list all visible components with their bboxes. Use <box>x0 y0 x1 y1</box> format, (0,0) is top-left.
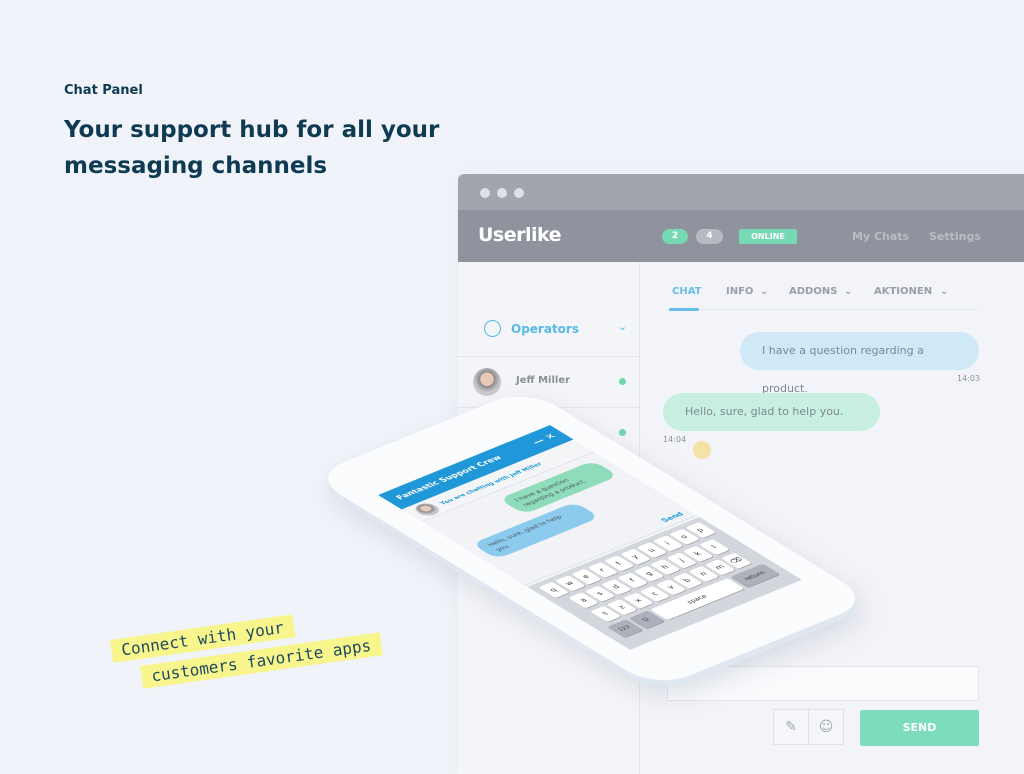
message-input[interactable] <box>667 666 979 701</box>
active-chats-badge[interactable]: 2 <box>662 229 688 244</box>
chat-tabs: CHAT INFO ⌄ ADDONS ⌄ AKTIONEN ⌄ <box>668 286 978 311</box>
message-text: Hello, sure, glad to help you. <box>685 405 844 418</box>
message-bubble: Hello, sure, glad to help you. <box>663 393 880 459</box>
app-header: Userlike 2 4 ONLINE My Chats Settings <box>458 210 1024 262</box>
page-headline: Your support hub for all your messaging … <box>64 117 440 179</box>
chevron-down-icon[interactable]: ⌄ <box>940 286 948 297</box>
smiley-icon <box>693 441 711 459</box>
operator-row[interactable]: Jeff Miller <box>458 356 640 407</box>
message-bubble: Hello, sure, glad to help you. <box>471 501 601 560</box>
chevron-down-icon[interactable]: ⌄ <box>618 320 627 333</box>
pencil-icon[interactable]: ✎ <box>773 709 809 745</box>
avatar <box>473 368 501 396</box>
window-close-dot[interactable] <box>480 188 490 198</box>
nav-my-chats[interactable]: My Chats <box>852 230 909 243</box>
online-indicator <box>619 429 626 436</box>
window-minimize-dot[interactable] <box>497 188 507 198</box>
message-time: 14:03 <box>957 374 981 383</box>
tab-info[interactable]: INFO <box>726 286 753 297</box>
chevron-down-icon[interactable]: ⌄ <box>760 286 768 297</box>
user-icon <box>484 320 501 337</box>
operators-section[interactable]: Operators <box>484 320 579 337</box>
operator-name: Jeff Miller <box>516 375 571 386</box>
nav-settings[interactable]: Settings <box>929 230 981 243</box>
window-titlebar <box>458 174 1024 210</box>
tab-chat[interactable]: CHAT <box>672 286 702 297</box>
window-maximize-dot[interactable] <box>514 188 524 198</box>
online-indicator <box>619 378 626 385</box>
smiley-icon[interactable]: ☺ <box>808 709 844 745</box>
waiting-chats-badge[interactable]: 4 <box>696 229 723 244</box>
status-badge[interactable]: ONLINE <box>739 229 797 244</box>
section-kicker: Chat Panel <box>64 83 143 98</box>
chevron-down-icon[interactable]: ⌄ <box>844 286 852 297</box>
avatar <box>410 501 444 518</box>
active-tab-indicator <box>669 308 699 311</box>
message-bubble: I have a question regarding a product. <box>740 332 979 395</box>
tab-addons[interactable]: ADDONS <box>789 286 837 297</box>
send-button[interactable]: SEND <box>860 710 979 746</box>
operators-label: Operators <box>511 321 579 336</box>
message-time: 14:04 <box>663 435 687 444</box>
tab-aktionen[interactable]: AKTIONEN <box>874 286 932 297</box>
userlike-logo: Userlike <box>478 224 562 246</box>
